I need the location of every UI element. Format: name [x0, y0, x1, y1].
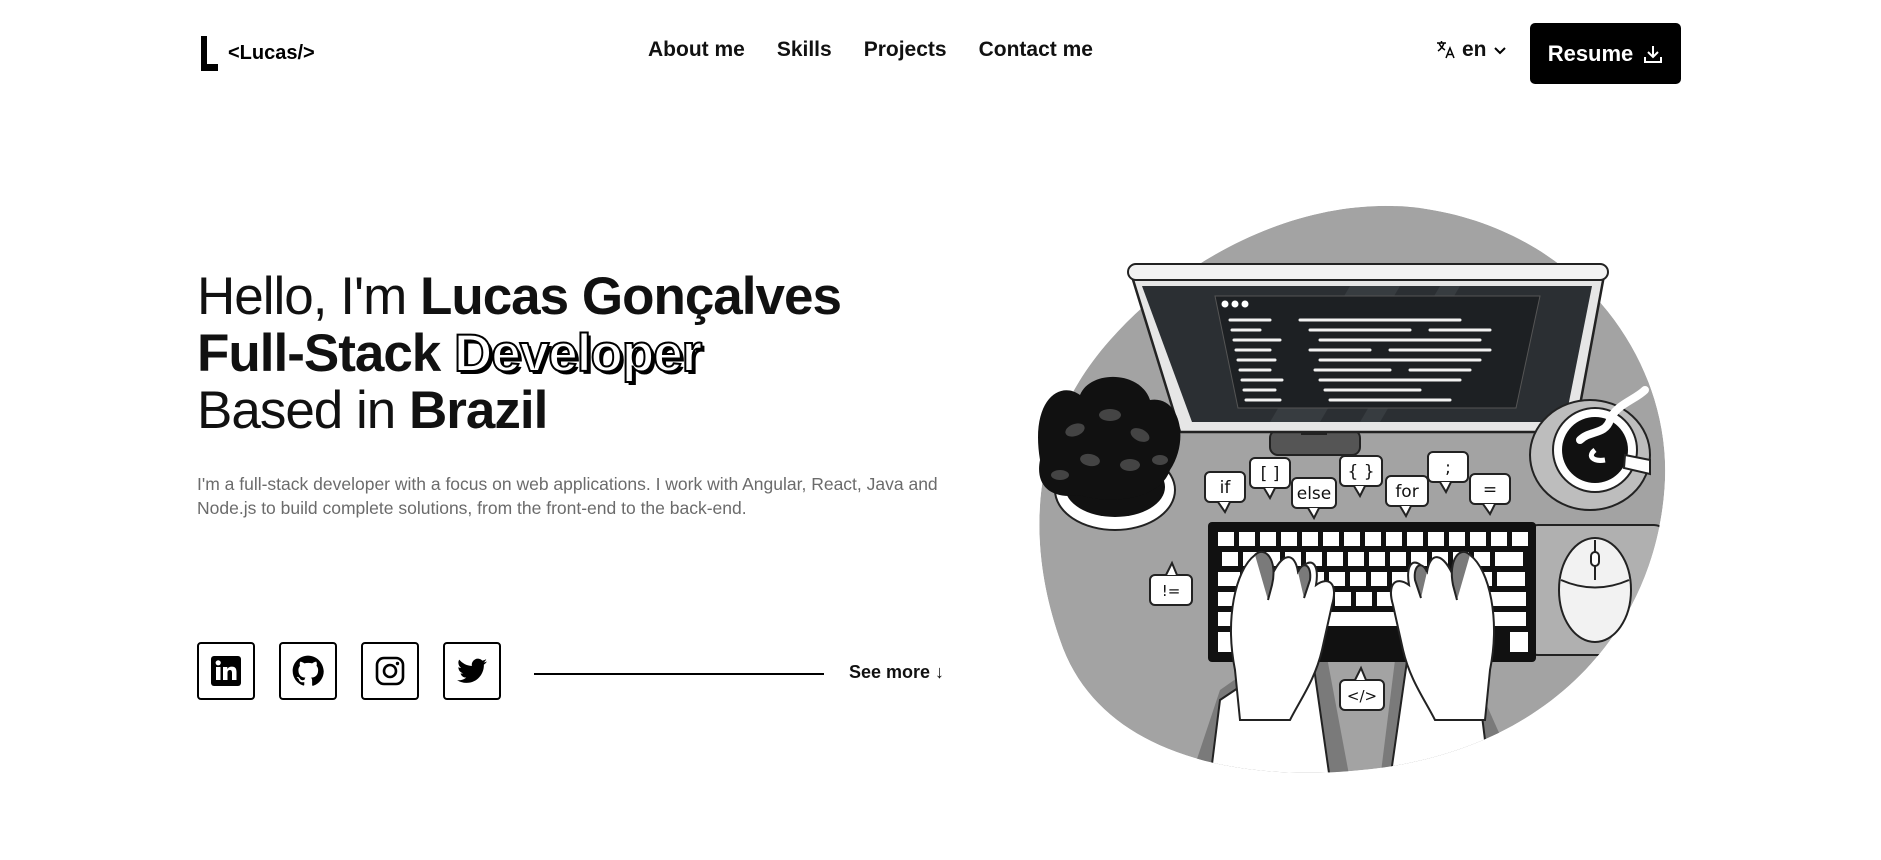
download-icon: [1644, 45, 1663, 63]
resume-button[interactable]: Resume: [1530, 23, 1681, 84]
hero-description: I'm a full-stack developer with a focus …: [197, 474, 938, 518]
hero-title: Hello, I'm Lucas Gonçalves Full-Stack De…: [197, 267, 842, 439]
nav-about-me[interactable]: About me: [648, 38, 745, 62]
github-button[interactable]: [279, 642, 337, 700]
logo-icon: [201, 36, 218, 71]
twitter-icon: [457, 658, 487, 683]
language-label: en: [1462, 38, 1487, 61]
hero-role-outline: Developer: [453, 324, 703, 383]
hero-line-1: Hello, I'm Lucas Gonçalves: [197, 267, 842, 326]
bubble-if-text: if: [1220, 478, 1232, 498]
divider-line: [534, 673, 824, 675]
linkedin-icon: [211, 656, 241, 686]
mouse: [1558, 537, 1632, 643]
monitor: [1127, 263, 1609, 456]
linkedin-button[interactable]: [197, 642, 255, 700]
hero-location: Brazil: [408, 381, 548, 440]
bubble-brackets-text: [ ]: [1261, 464, 1280, 484]
instagram-icon: [375, 656, 405, 686]
hero-line-2: Full-Stack Developer: [197, 324, 841, 383]
hero-role: Full-Stack: [197, 324, 455, 383]
twitter-button[interactable]: [443, 642, 501, 700]
bubble-braces-text: { }: [1347, 462, 1374, 482]
logo-text: <Lucas/>: [228, 41, 315, 64]
nav-projects[interactable]: Projects: [864, 38, 947, 62]
site-header: <Lucas/> About me Skills Projects Contac…: [0, 0, 1881, 106]
nav-skills[interactable]: Skills: [777, 38, 832, 62]
bubble-else-text: else: [1297, 484, 1332, 504]
hero-location-prefix: Based in: [197, 381, 409, 440]
bubble-semicolon-text: ;: [1445, 458, 1451, 478]
hero-name: Lucas Gonçalves: [419, 267, 842, 326]
resume-label: Resume: [1547, 40, 1634, 66]
instagram-button[interactable]: [361, 642, 419, 700]
nav-contact-me[interactable]: Contact me: [979, 38, 1093, 62]
bubble-code-tag-text: </>: [1347, 687, 1377, 705]
chevron-down-icon: [1493, 47, 1506, 55]
bubble-for-text: for: [1395, 482, 1418, 502]
hero-greeting: Hello, I'm: [197, 267, 420, 326]
bubble-not-equals-text: !=: [1162, 582, 1181, 600]
main-nav: About me Skills Projects Contact me: [648, 38, 1093, 62]
language-selector[interactable]: en: [1436, 38, 1507, 62]
translate-icon: [1437, 41, 1455, 59]
bubble-equals-text: =: [1483, 480, 1497, 500]
hero-line-3: Based in Brazil: [197, 382, 841, 439]
logo[interactable]: <Lucas/>: [198, 34, 315, 72]
social-links: [197, 642, 501, 700]
see-more-link[interactable]: See more ↓: [849, 662, 944, 683]
hero-illustration: if [ ] else { } for ; = != </>: [1020, 200, 1680, 780]
github-icon: [292, 655, 324, 686]
